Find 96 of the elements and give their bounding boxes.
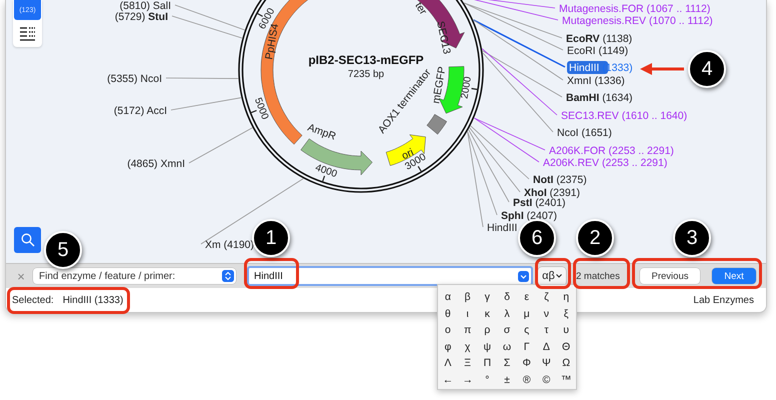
leader-line	[170, 97, 242, 110]
symbol-item[interactable]: ψ	[477, 338, 498, 355]
leader-line	[172, 16, 243, 39]
symbol-item[interactable]: β	[458, 289, 478, 306]
symbol-item[interactable]: ρ	[477, 322, 498, 338]
symbol-item[interactable]: Π	[477, 355, 498, 372]
site-label[interactable]: (5172) AccI	[114, 105, 167, 117]
feature-label: ter	[412, 0, 430, 17]
symbol-item[interactable]: ©	[536, 372, 556, 388]
site-label[interactable]: XmnI (1336)	[567, 75, 625, 87]
site-label[interactable]: EcoRI (1149)	[567, 45, 628, 57]
site-label[interactable]: NotI (2375)	[533, 174, 587, 186]
site-label[interactable]: NcoI (1651)	[557, 127, 612, 139]
next-button[interactable]: Next	[712, 268, 756, 284]
symbol-item[interactable]: ε	[516, 289, 537, 306]
symbol-item[interactable]: ο	[438, 322, 458, 338]
highlight-frame	[535, 258, 571, 289]
symbol-item[interactable]: Φ	[516, 355, 537, 372]
list-icon[interactable]	[20, 27, 35, 41]
symbol-item[interactable]: ω	[497, 338, 517, 355]
site-label[interactable]: (5355) NcoI	[107, 73, 162, 85]
symbol-item[interactable]: Λ	[438, 355, 458, 372]
symbol-item[interactable]: ς	[516, 322, 537, 338]
symbol-item[interactable]: ν	[536, 306, 556, 322]
feature-arrow[interactable]	[300, 138, 373, 176]
symbol-item[interactable]: Σ	[497, 355, 517, 372]
library-name: Lab Enzymes	[693, 294, 754, 306]
plasmid-name: pIB2-SEC13-mEGFP	[308, 53, 424, 67]
highlight-frame	[573, 258, 630, 289]
match-count: 2 matches	[576, 270, 621, 282]
site-label[interactable]: PstI (2401)	[513, 197, 566, 209]
symbol-item[interactable]: Ξ	[458, 355, 478, 372]
primer-label[interactable]: A206K.FOR (2253 .. 2291)	[549, 145, 674, 157]
selected-value: HindIII (1333)	[62, 294, 124, 306]
highlight-frame	[244, 258, 299, 289]
site-label[interactable]: XhoI (2391)	[524, 187, 580, 199]
symbol-item[interactable]: δ	[497, 289, 517, 306]
site-label[interactable]: EcoRV (1138)	[566, 33, 632, 45]
dropdown-icon[interactable]	[518, 271, 529, 282]
symbol-item[interactable]: ®	[516, 372, 537, 388]
tick-label: 4000	[314, 162, 338, 180]
site-label[interactable]: BamHI (1634)	[566, 92, 633, 104]
symbol-item[interactable]: α	[438, 289, 458, 306]
symbol-item[interactable]: υ	[556, 322, 576, 338]
site-label[interactable]: HindIII	[487, 222, 518, 234]
tick-label: 5000	[252, 96, 270, 122]
symbol-item[interactable]: →	[458, 372, 478, 388]
symbol-item[interactable]: ±	[497, 372, 517, 388]
symbol-item[interactable]: Δ	[536, 338, 556, 355]
symbol-item[interactable]: Γ	[516, 338, 537, 355]
pointer-arrow	[640, 62, 684, 76]
selected-label: Selected:	[12, 294, 54, 306]
feature-label: AmpR	[306, 122, 338, 143]
search-field[interactable]: HindIII	[247, 266, 533, 286]
site-label[interactable]: (4865) XmnI	[127, 158, 185, 170]
primer-label[interactable]: SEC13.REV (1610 .. 1640)	[561, 110, 688, 122]
site-label[interactable]: SphI (2407)	[501, 210, 558, 222]
plasmid-length: 7235 bp	[348, 69, 384, 80]
symbol-item[interactable]: Ψ	[536, 355, 556, 372]
symbol-item[interactable]: τ	[536, 322, 556, 338]
leader-line	[174, 4, 246, 30]
symbol-item[interactable]: σ	[497, 322, 517, 338]
symbol-item[interactable]: °	[477, 372, 498, 388]
symbol-item[interactable]: κ	[477, 306, 498, 322]
symbol-item[interactable]: μ	[516, 306, 537, 322]
symbol-item[interactable]: Ω	[556, 355, 576, 372]
chevron-icon	[222, 270, 234, 282]
primer-label[interactable]: Mutagenesis.FOR (1067 .. 1112)	[559, 3, 710, 15]
search-button[interactable]	[14, 227, 41, 253]
symbol-item[interactable]: χ	[458, 338, 478, 355]
primer-label[interactable]: A206K.REV (2253 .. 2291)	[543, 157, 668, 169]
symbol-item[interactable]: θ	[438, 306, 458, 322]
symbol-item[interactable]: ™	[556, 372, 576, 388]
symbol-item[interactable]: π	[458, 322, 478, 338]
find-mode-dropdown[interactable]: Find enzyme / feature / primer:	[33, 268, 236, 284]
search-icon	[20, 233, 34, 247]
symbol-item[interactable]: γ	[477, 289, 498, 306]
symbol-item[interactable]: ←	[438, 372, 458, 388]
symbol-item[interactable]: η	[556, 289, 576, 306]
symbol-item[interactable]: ξ	[556, 306, 576, 322]
previous-button[interactable]: Previous	[640, 268, 700, 284]
feature-label: SEC13	[434, 20, 453, 56]
site-label[interactable]: (5810) SalI	[120, 0, 171, 12]
leader-line	[188, 127, 253, 164]
tick-label: 2000	[459, 76, 474, 100]
primer-label[interactable]: Mutagenesis.REV (1070 .. 1112)	[562, 15, 713, 27]
symbol-item[interactable]: λ	[497, 306, 517, 322]
symbol-item[interactable]: φ	[438, 338, 458, 355]
symbol-item[interactable]: ζ	[536, 289, 556, 306]
site-label[interactable]: (5729) StuI	[114, 11, 168, 23]
caret-icon	[556, 274, 562, 278]
feature-label: mEGFP	[430, 66, 448, 105]
symbol-item[interactable]: ι	[458, 306, 478, 322]
site-label[interactable]: Xm (4190)	[205, 239, 254, 251]
symbols-button[interactable]: αβ	[538, 266, 566, 286]
symbol-item[interactable]: Θ	[556, 338, 576, 355]
